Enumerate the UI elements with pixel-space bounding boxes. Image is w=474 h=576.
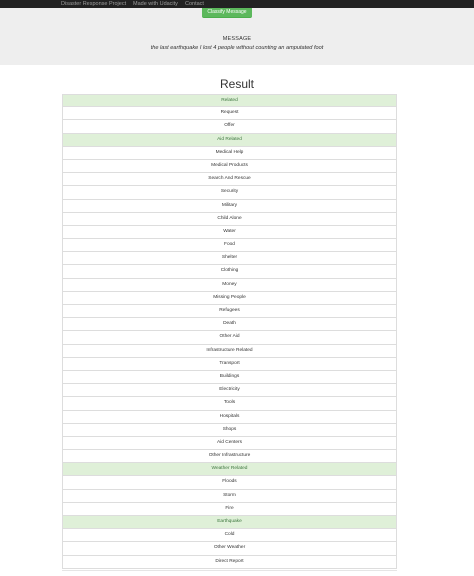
result-category-row: Food: [62, 239, 397, 253]
result-category-row: Medical Products: [62, 159, 397, 174]
result-category-row: Direct Report: [62, 555, 397, 569]
result-category-row: Security: [62, 186, 397, 200]
result-category-row: Aid Centers: [62, 436, 397, 451]
message-label: MESSAGE: [222, 36, 252, 42]
result-category-row: Search And Rescue: [62, 173, 397, 187]
result-category-row: Storm: [62, 489, 397, 503]
result-category-row: Missing People: [62, 291, 397, 305]
message-text: the last earthquake I lost 4 people with…: [150, 45, 324, 51]
result-category-row: Earthquake: [62, 516, 397, 530]
result-category-row: Electricity: [62, 384, 397, 398]
result-category-row: Medical Help: [62, 146, 397, 160]
result-category-row: Clothing: [62, 265, 397, 279]
results-list: Related Request Offer Aid Related Medical He…: [62, 94, 397, 569]
result-category-row: Military: [62, 199, 397, 213]
result-category-row: Child Alone: [62, 212, 397, 226]
navbar: Disaster Response Project Made with Udac…: [0, 0, 474, 8]
result-category-row: Request: [62, 107, 397, 121]
classify-message-button[interactable]: Classify Message: [202, 8, 252, 18]
result-category-row: Related: [62, 94, 397, 108]
result-category-row: Transport: [62, 357, 397, 371]
result-category-row: Other Infrastructure: [62, 450, 397, 464]
result-category-row: Shops: [62, 423, 397, 437]
result-category-row: Cold: [62, 529, 397, 543]
result-category-row: Money: [62, 278, 397, 292]
jumbotron: Classify Message MESSAGE the last earthq…: [0, 8, 474, 65]
result-category-row: Refugees: [62, 305, 397, 319]
result-category-row: Death: [62, 318, 397, 332]
result-category-row: Hospitals: [62, 410, 397, 424]
result-category-row: Shelter: [62, 252, 397, 266]
result-category-row: Fire: [62, 502, 397, 516]
result-category-row: Tools: [62, 397, 397, 411]
nav-link-udacity[interactable]: Made with Udacity: [133, 0, 178, 8]
navbar-brand[interactable]: Disaster Response Project: [61, 0, 126, 8]
result-category-row: Infrastructure Related: [62, 344, 397, 358]
result-title: Result: [219, 77, 254, 91]
result-category-row: Other Aid: [62, 331, 397, 345]
nav-link-contact[interactable]: Contact: [185, 0, 204, 8]
result-category-row: Weather Related: [62, 463, 397, 477]
result-category-row: Other Weather: [62, 542, 397, 556]
result-category-row: Buildings: [62, 370, 397, 385]
divider: [62, 570, 397, 571]
result-category-row: Water: [62, 225, 397, 240]
result-category-row: Floods: [62, 476, 397, 490]
result-category-row: Aid Related: [62, 133, 397, 147]
result-category-row: Offer: [62, 120, 397, 134]
